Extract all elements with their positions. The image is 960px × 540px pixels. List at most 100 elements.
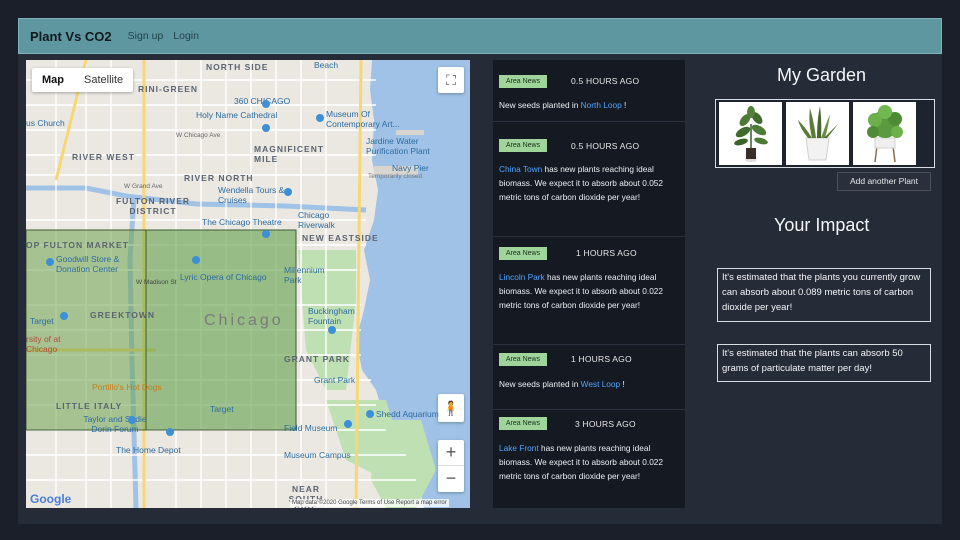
map-label-riverwalk: Chicago Riverwalk <box>298 210 335 230</box>
news-location-link[interactable]: West Loop <box>581 379 621 389</box>
area-news-badge: Area News <box>499 353 547 366</box>
map-label-shedd: Shedd Aquarium <box>376 409 439 419</box>
news-text: China Town has new plants reaching ideal… <box>499 164 664 202</box>
area-map[interactable]: Map Satellite ⛶ 🧍 + − NORTH SIDE Beach R… <box>26 60 470 508</box>
news-location-link[interactable]: North Loop <box>581 100 622 110</box>
news-time: 1 HOURS AGO <box>571 354 632 364</box>
map-label-lyric-opera: Lyric Opera of Chicago <box>180 272 267 282</box>
add-plant-button[interactable]: Add another Plant <box>837 172 931 191</box>
map-pin[interactable] <box>128 416 136 424</box>
map-type-map-button[interactable]: Map <box>32 68 74 92</box>
map-label-buckingham: Buckingham Fountain <box>308 306 355 326</box>
google-logo: Google <box>30 492 72 506</box>
map-pin[interactable] <box>262 100 270 108</box>
particulate-impact-card: It's estimated that the plants can absor… <box>717 344 931 382</box>
garden-plants <box>715 99 935 168</box>
map-label-holy-name: Holy Name Cathedral <box>196 110 278 120</box>
area-news-badge: Area News <box>499 139 547 152</box>
map-label-millennium-park: Millennium Park <box>284 265 325 285</box>
map-label-chicago-theatre: The Chicago Theatre <box>202 217 282 227</box>
news-text: Lake Front has new plants reaching ideal… <box>499 443 664 481</box>
map-label-chicago-ave: W Chicago Ave <box>176 132 221 139</box>
map-label-old-town: RINI-GREEN <box>138 84 199 94</box>
map-pin[interactable] <box>366 410 374 418</box>
news-text: Lincoln Park has new plants reaching ide… <box>499 272 664 310</box>
map-label-greektown: GREEKTOWN <box>90 310 156 320</box>
area-news-badge: Area News <box>499 417 547 430</box>
map-type-control: Map Satellite <box>32 68 134 92</box>
zoom-control: + − <box>438 440 464 492</box>
zoom-in-button[interactable]: + <box>438 440 464 466</box>
map-pin[interactable] <box>262 230 270 238</box>
map-label-target: Target <box>30 316 54 326</box>
map-label-portillos: Portillo's Hot Dogs <box>92 382 162 392</box>
map-label-beach: Beach <box>314 60 339 70</box>
map-pin[interactable] <box>328 326 336 334</box>
map-label-navy-closed: Temporarily closed <box>368 173 423 180</box>
news-item: Area News 1 HOURS AGO New seeds planted … <box>493 345 685 410</box>
map-label-fulton-market: OP FULTON MARKET <box>26 240 129 250</box>
news-item: Area News 0.5 HOURS AGO New seeds plante… <box>493 60 685 122</box>
map-label-mca: Museum Of Contemporary Art... <box>326 109 400 129</box>
news-item: Area News 0.5 HOURS AGO China Town has n… <box>493 122 685 237</box>
map-label-target-2: Target <box>210 404 234 414</box>
news-feed: Area News 0.5 HOURS AGO New seeds plante… <box>493 60 685 508</box>
news-time: 3 HOURS AGO <box>575 419 636 429</box>
snake-plant[interactable] <box>786 102 849 165</box>
map-pin[interactable] <box>60 312 68 320</box>
map-label-jardine: Jardine Water Purification Plant <box>366 136 430 156</box>
map-label-grand-ave: W Grand Ave <box>124 183 163 190</box>
map-pin[interactable] <box>166 428 174 436</box>
news-location-link[interactable]: Lincoln Park <box>499 272 545 282</box>
news-item: Area News 3 HOURS AGO Lake Front has new… <box>493 410 685 508</box>
map-label-chicago: Chicago <box>204 312 284 329</box>
map-pin[interactable] <box>46 258 54 266</box>
news-text: New seeds planted in North Loop ! <box>499 100 627 110</box>
map-type-satellite-button[interactable]: Satellite <box>74 68 133 92</box>
map-label-grant-park: GRANT PARK <box>284 354 351 364</box>
zoom-out-button[interactable]: − <box>438 466 464 492</box>
navbar: Plant Vs CO2 Sign up Login <box>18 18 942 54</box>
co2-impact-card: It's estimated that the plants you curre… <box>717 268 931 322</box>
fullscreen-icon[interactable]: ⛶ <box>438 67 464 93</box>
map-label-new-eastside: NEW EASTSIDE <box>302 233 379 243</box>
map-pin[interactable] <box>262 124 270 132</box>
my-garden-title: My Garden <box>777 65 867 85</box>
map-attribution[interactable]: Map data ©2020 Google Terms of Use Repor… <box>290 499 449 507</box>
news-time: 0.5 HOURS AGO <box>571 141 640 151</box>
news-item: Area News 1 HOURS AGO Lincoln Park has n… <box>493 237 685 345</box>
map-label-fulton-river: FULTON RIVER DISTRICT <box>115 196 191 216</box>
pothos-plant[interactable] <box>853 102 916 165</box>
map-label-grant-park-2: Grant Park <box>314 375 356 385</box>
map-label-river-west: RIVER WEST <box>72 152 135 162</box>
map-label-navy-pier: Navy Pier <box>392 163 429 173</box>
map-pin[interactable] <box>192 256 200 264</box>
pegman-icon[interactable]: 🧍 <box>438 394 464 422</box>
news-location-link[interactable]: China Town <box>499 164 542 174</box>
map-pin[interactable] <box>344 420 352 428</box>
news-time: 1 HOURS AGO <box>576 248 637 258</box>
area-news-badge: Area News <box>499 75 547 88</box>
map-label-little-italy: LITTLE ITALY <box>56 401 123 411</box>
map-label-north-side: NORTH SIDE <box>206 62 269 72</box>
map-pin[interactable] <box>284 188 292 196</box>
map-label-field-museum: Field Museum <box>284 423 338 433</box>
map-label-magnificent-mile: MAGNIFICENT MILE <box>254 144 325 164</box>
map-pin[interactable] <box>316 114 324 122</box>
fiddle-leaf-fig-plant[interactable] <box>719 102 782 165</box>
map-label-goodwill: Goodwill Store & Donation Center <box>56 254 120 274</box>
map-label-university: rsity of at Chicago <box>26 334 61 354</box>
your-impact-title: Your Impact <box>774 215 870 235</box>
brand-logo[interactable]: Plant Vs CO2 <box>30 29 112 44</box>
map-label-river-north: RIVER NORTH <box>184 173 254 183</box>
area-news-badge: Area News <box>499 247 547 260</box>
signup-link[interactable]: Sign up <box>128 30 164 42</box>
map-label-taylor-dorin: Taylor and Sadie Dorin Forum <box>83 414 147 434</box>
news-text: New seeds planted in West Loop ! <box>499 379 625 389</box>
map-label-church: us Church <box>26 118 65 128</box>
map-label-home-depot: The Home Depot <box>116 445 181 455</box>
map-label-madison: W Madison St <box>136 279 177 286</box>
news-location-link[interactable]: Lake Front <box>499 443 539 453</box>
login-link[interactable]: Login <box>173 30 199 42</box>
map-label-museum-campus: Museum Campus <box>284 450 351 460</box>
